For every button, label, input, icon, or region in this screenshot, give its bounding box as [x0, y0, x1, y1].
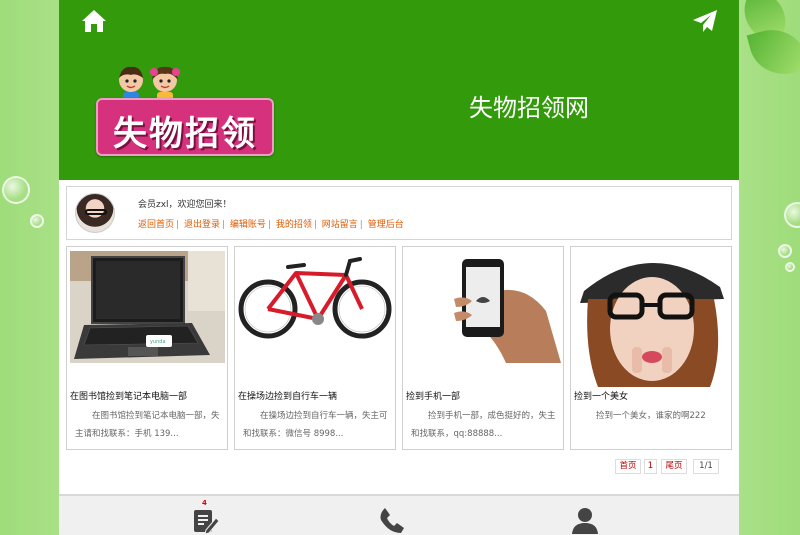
logo-text: 失物招领 — [113, 114, 257, 154]
page-count: 1/1 — [693, 459, 719, 474]
link-separator: | — [176, 220, 180, 230]
link-separator: | — [267, 220, 271, 230]
link-separator: | — [313, 220, 317, 230]
item-description: 捡到手机一部，成色挺好的，失主和找联系，qq:88888... — [411, 411, 556, 439]
item-title: 在图书馆捡到笔记本电脑一部 — [70, 392, 188, 402]
background-bubble — [784, 202, 800, 228]
item-card-phone[interactable]: 捡到手机一部 捡到手机一部，成色挺好的，失主和找联系，qq:88888... — [402, 246, 564, 450]
phone-icon[interactable] — [377, 506, 407, 534]
background-bubble — [778, 244, 792, 258]
first-page-button[interactable]: 首页 — [615, 459, 641, 474]
welcome-message: 会员zxl，欢迎您回来！ — [138, 200, 232, 210]
footer-nav: 4 — [59, 494, 739, 535]
pagination: 首页 1 尾页 1/1 — [615, 459, 725, 475]
user-links: 返回首页 | 退出登录 | 编辑账号 | 我的招领 | 网站留言 | 管理后台 — [138, 217, 404, 230]
page-number-button[interactable]: 1 — [644, 459, 657, 474]
edit-icon[interactable]: 4 — [190, 499, 220, 535]
item-description: 在图书馆捡到笔记本电脑一部，失主请和找联系：手机 139... — [75, 411, 220, 439]
link-my-items[interactable]: 我的招领 — [276, 220, 312, 230]
background-bubble — [30, 214, 44, 228]
site-title: 失物招领网 — [469, 94, 589, 122]
background-bubble — [785, 262, 795, 272]
site-header: 失物招领 失物招领网 — [59, 0, 739, 180]
item-title: 捡到手机一部 — [406, 392, 461, 402]
item-card-bicycle[interactable]: 在操场边捡到自行车一辆 在操场边捡到自行车一辆，失主可和找联系：微信号 8998… — [234, 246, 396, 450]
link-logout[interactable]: 退出登录 — [184, 220, 220, 230]
item-card-laptop[interactable]: yunda 在图书馆捡到笔记本电脑一部 在图书馆捡到笔记本电脑一部，失主请和找联… — [66, 246, 228, 450]
item-title: 捡到一个美女 — [574, 392, 629, 402]
phone-image — [406, 251, 561, 363]
page-container: 失物招领 失物招领网 会员zxl，欢迎您回来！ 返回首页 | 退出登录 | 编辑账号… — [59, 0, 739, 535]
avatar — [75, 193, 115, 233]
avatar-glasses — [85, 209, 107, 215]
laptop-image: yunda — [70, 251, 225, 363]
bicycle-image — [238, 251, 393, 363]
link-edit-account[interactable]: 编辑账号 — [230, 220, 266, 230]
link-separator: | — [359, 220, 363, 230]
item-list: yunda 在图书馆捡到笔记本电脑一部 在图书馆捡到笔记本电脑一部，失主请和找联… — [66, 246, 732, 450]
item-description: 在操场边捡到自行车一辆，失主可和找联系：微信号 8998... — [243, 411, 388, 439]
item-title: 在操场边捡到自行车一辆 — [238, 392, 338, 402]
link-admin[interactable]: 管理后台 — [368, 220, 404, 230]
svg-text:yunda: yunda — [150, 339, 166, 345]
woman-photo-image — [574, 251, 729, 387]
link-separator: | — [221, 220, 225, 230]
background-bubble — [2, 176, 30, 204]
paper-plane-icon[interactable] — [691, 8, 719, 34]
last-page-button[interactable]: 尾页 — [661, 459, 687, 474]
site-logo[interactable]: 失物招领 — [94, 64, 276, 158]
link-home[interactable]: 返回首页 — [138, 220, 174, 230]
home-icon[interactable] — [81, 8, 107, 34]
item-description: 捡到一个美女，谁家的啊222 — [596, 411, 706, 421]
user-info-bar: 会员zxl，欢迎您回来！ 返回首页 | 退出登录 | 编辑账号 | 我的招领 | 网站留… — [66, 186, 732, 240]
user-icon[interactable] — [570, 506, 600, 534]
notification-badge: 4 — [202, 499, 207, 507]
item-card-woman[interactable]: 捡到一个美女 捡到一个美女，谁家的啊222 — [570, 246, 732, 450]
link-guestbook[interactable]: 网站留言 — [322, 220, 358, 230]
